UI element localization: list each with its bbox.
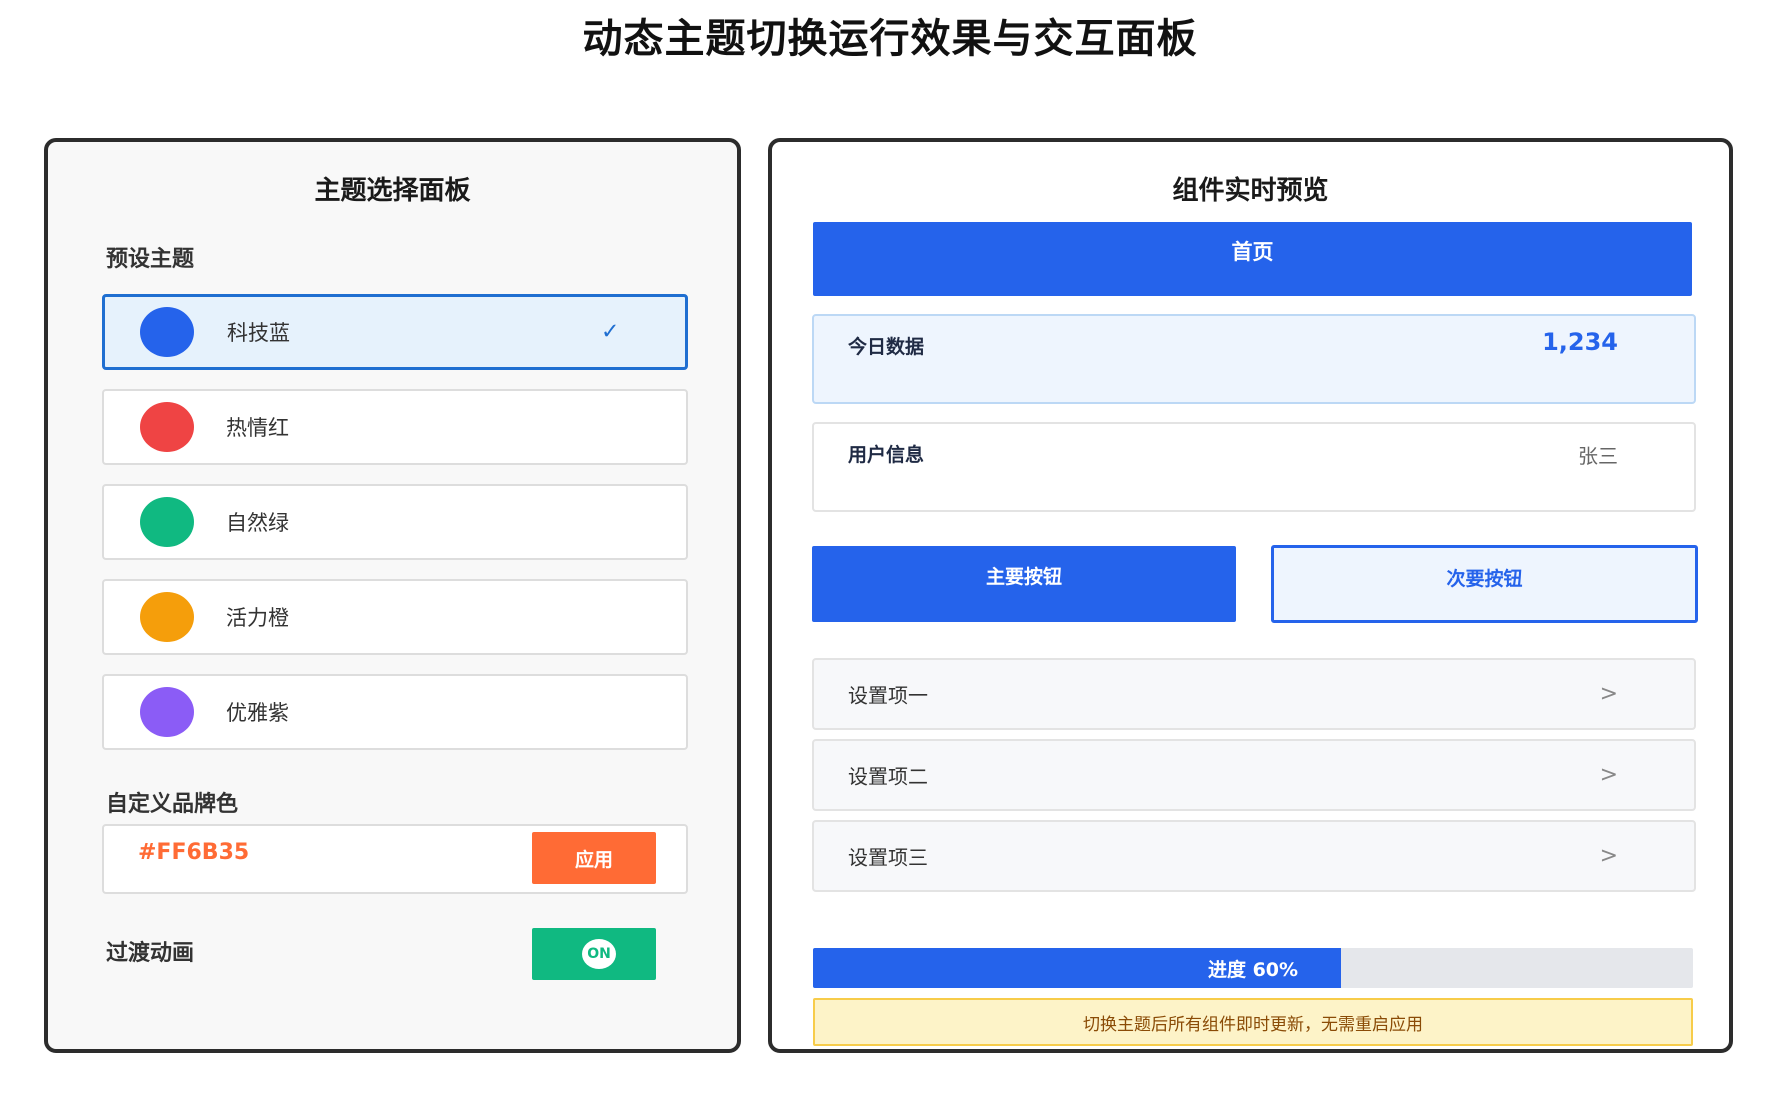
color-swatch-icon: [140, 592, 194, 642]
user-info-card: 用户信息 张三: [812, 422, 1696, 512]
setting-item-1[interactable]: 设置项一 >: [812, 658, 1696, 730]
nav-bar-home[interactable]: 首页: [813, 222, 1692, 296]
custom-hex-input[interactable]: #FF6B35: [138, 840, 249, 865]
theme-selection-panel: 主题选择面板 预设主题 科技蓝 ✓ 热情红 自然绿 活力橙 优雅紫 自定义品牌色…: [44, 138, 741, 1053]
custom-brand-color-label: 自定义品牌色: [106, 792, 239, 817]
theme-option-nature-green[interactable]: 自然绿: [102, 484, 688, 560]
page-title: 动态主题切换运行效果与交互面板: [582, 16, 1198, 62]
color-swatch-icon: [140, 307, 194, 357]
component-preview-panel: 组件实时预览 首页 今日数据 1,234 用户信息 张三 主要按钮 次要按钮 设…: [768, 138, 1733, 1053]
secondary-button[interactable]: 次要按钮: [1271, 545, 1698, 623]
apply-button[interactable]: 应用: [532, 832, 656, 884]
stat-card-value: 1,234: [1542, 328, 1618, 356]
user-card-label: 用户信息: [848, 444, 925, 466]
user-card-value: 张三: [1578, 444, 1618, 468]
stat-card: 今日数据 1,234: [812, 314, 1696, 404]
progress-bar: 进度 60%: [813, 948, 1693, 988]
color-swatch-icon: [140, 687, 194, 737]
theme-option-tech-blue[interactable]: 科技蓝 ✓: [102, 294, 688, 370]
chevron-right-icon: >: [1599, 843, 1618, 869]
preview-panel-title: 组件实时预览: [1172, 176, 1329, 206]
chevron-right-icon: >: [1599, 762, 1618, 788]
theme-option-elegant-purple[interactable]: 优雅紫: [102, 674, 688, 750]
setting-item-2[interactable]: 设置项二 >: [812, 739, 1696, 811]
primary-button[interactable]: 主要按钮: [812, 546, 1236, 622]
stat-card-label: 今日数据: [848, 336, 925, 358]
setting-label: 设置项二: [848, 764, 928, 789]
theme-option-vibrant-orange[interactable]: 活力橙: [102, 579, 688, 655]
theme-name: 优雅紫: [226, 701, 289, 725]
theme-name: 热情红: [226, 416, 289, 440]
checkmark-icon: ✓: [601, 319, 620, 345]
transition-animation-label: 过渡动画: [106, 941, 195, 966]
theme-name: 科技蓝: [227, 321, 290, 345]
theme-name: 自然绿: [226, 511, 289, 535]
theme-panel-title: 主题选择面板: [314, 176, 471, 206]
toggle-knob: ON: [582, 939, 616, 969]
notice-banner: 切换主题后所有组件即时更新，无需重启应用: [813, 998, 1693, 1046]
transition-toggle[interactable]: ON: [532, 928, 656, 980]
setting-label: 设置项三: [848, 845, 928, 870]
color-swatch-icon: [140, 402, 194, 452]
theme-option-passion-red[interactable]: 热情红: [102, 389, 688, 465]
custom-color-field[interactable]: #FF6B35 应用: [102, 824, 688, 894]
setting-label: 设置项一: [848, 683, 928, 708]
setting-item-3[interactable]: 设置项三 >: [812, 820, 1696, 892]
theme-name: 活力橙: [226, 606, 289, 630]
color-swatch-icon: [140, 497, 194, 547]
progress-label: 进度 60%: [1207, 958, 1299, 981]
preset-themes-label: 预设主题: [106, 247, 195, 272]
chevron-right-icon: >: [1599, 681, 1618, 707]
